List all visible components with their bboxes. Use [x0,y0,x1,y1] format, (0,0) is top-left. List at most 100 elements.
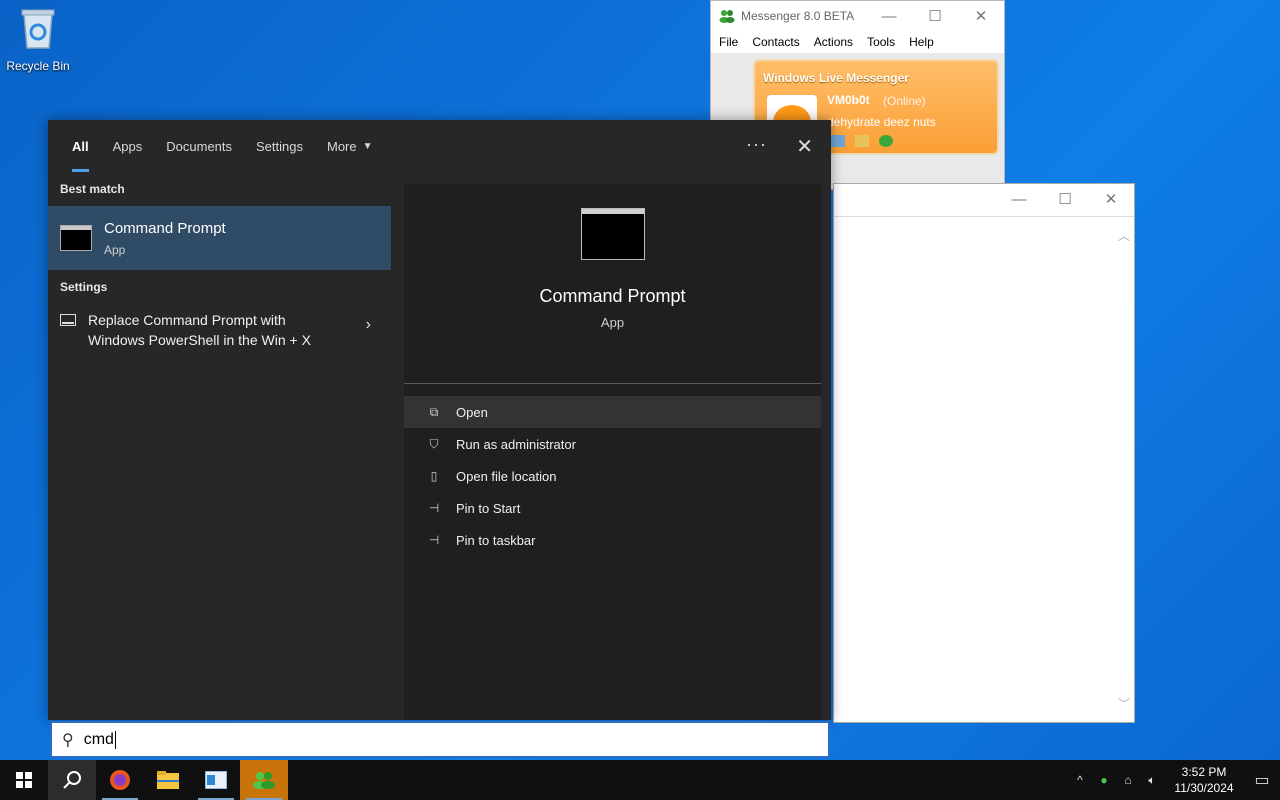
scroll-up-icon[interactable]: ︿ [1118,227,1130,244]
pin-icon: ⊣ [428,533,440,547]
command-prompt-icon [60,225,92,251]
best-match-subtitle: App [104,242,126,257]
detail-title: Command Prompt [539,286,686,306]
action-pin-to-start[interactable]: ⊣ Pin to Start [404,492,821,524]
background-window-content: ︿ ﹀ [834,216,1134,722]
maximize-button[interactable]: ☐ [1042,184,1088,214]
action-pin-to-taskbar[interactable]: ⊣ Pin to taskbar [404,524,821,556]
tab-settings[interactable]: Settings [244,120,315,172]
scroll-down-icon[interactable]: ﹀ [1118,695,1130,712]
search-panel: All Apps Documents Settings More ▼ ··· ✕ … [48,120,831,720]
detail-header: Command Prompt App [404,208,821,384]
action-pin-to-taskbar-label: Pin to taskbar [456,532,536,548]
mail-icon[interactable] [831,135,845,147]
search-input[interactable]: ⚲ cmd [50,721,830,758]
action-open-label: Open [456,404,488,420]
firefox-icon [110,770,130,790]
menu-help[interactable]: Help [909,35,934,49]
messenger-title: Messenger 8.0 BETA [741,9,855,23]
clock[interactable]: 3:52 PM 11/30/2024 [1164,764,1244,796]
messenger-tray-icon[interactable]: ● [1092,773,1116,787]
best-match-result[interactable]: Command Prompt App [48,206,391,270]
background-window[interactable]: — ☐ ✕ ︿ ﹀ [833,183,1135,723]
tab-apps-label: Apps [112,138,143,154]
messenger-buddy-icon [253,772,275,789]
start-button[interactable] [0,760,48,800]
folder-icon [157,771,179,789]
menu-file[interactable]: File [719,35,738,49]
minimize-button[interactable]: — [996,184,1042,214]
folder-icon[interactable] [855,135,869,147]
username[interactable]: VM0b0t [827,93,870,107]
command-prompt-large-icon [580,208,645,260]
background-window-titlebar[interactable]: — ☐ ✕ [834,184,1134,214]
messenger-toolbar [831,135,893,147]
system-tray: ^ ● ⌂ 🔈︎ 3:52 PM 11/30/2024 ▭ [1068,760,1280,800]
search-tabs: All Apps Documents Settings More ▼ [48,120,831,172]
file-location-icon: ▯ [430,469,438,483]
tab-more[interactable]: More ▼ [315,120,385,172]
results-list: Best match Command Prompt App Settings R… [48,172,391,720]
action-run-as-admin[interactable]: ⛉ Run as administrator [404,428,821,460]
action-open[interactable]: ⧉ Open [404,396,821,428]
tab-all-label: All [72,138,89,154]
pin-icon: ⊣ [428,501,440,515]
minimize-button[interactable]: — [866,1,912,31]
status-badge[interactable]: (Online) [883,94,926,108]
text-cursor [114,730,116,749]
messenger-taskbar-button[interactable] [240,760,288,800]
clock-time: 3:52 PM [1181,765,1227,779]
spaces-icon[interactable] [879,135,893,147]
open-icon: ⧉ [429,404,439,419]
settings-result-label: Replace Command Prompt with Windows Powe… [88,312,311,348]
menu-actions[interactable]: Actions [814,35,853,49]
close-button[interactable]: ✕ [1088,184,1134,214]
maximize-button[interactable]: ☐ [912,1,958,31]
messenger-titlebar[interactable]: Messenger 8.0 BETA — ☐ ✕ [711,1,1004,31]
window-app-icon [205,771,227,789]
taskbar-setting-icon [60,314,76,326]
chevron-right-icon[interactable]: › [366,316,371,334]
file-explorer-taskbar-button[interactable] [144,760,192,800]
firefox-taskbar-button[interactable] [96,760,144,800]
detail-actions: ⧉ Open ⛉ Run as administrator ▯ Open fil… [404,396,821,556]
tab-settings-label: Settings [256,138,303,154]
recycle-bin-shortcut[interactable]: Recycle Bin [6,6,70,73]
close-icon[interactable]: ✕ [796,134,813,159]
more-options-icon[interactable]: ··· [746,134,767,155]
messenger-brand: Windows Live Messenger [763,71,909,85]
search-query[interactable]: cmd [84,731,114,749]
tab-documents-label: Documents [166,138,233,154]
tab-documents[interactable]: Documents [154,120,244,172]
recycle-bin-label: Recycle Bin [6,59,70,73]
network-icon[interactable]: ⌂ [1116,773,1140,787]
close-button[interactable]: ✕ [958,1,1004,31]
tab-more-label: More [327,138,357,154]
app-taskbar-button[interactable] [192,760,240,800]
tab-all[interactable]: All [60,120,101,172]
messenger-menubar: File Contacts Actions Tools Help [711,31,1004,53]
clock-date: 11/30/2024 [1174,781,1234,795]
search-icon: ⚲ [62,731,74,749]
result-detail-pane: Command Prompt App ⧉ Open ⛉ Run as admin… [404,184,821,720]
messenger-buddy-icon [719,10,735,23]
chevron-up-icon[interactable]: ^ [1068,773,1092,787]
best-match-title: Command Prompt [104,219,226,237]
search-taskbar-button[interactable] [48,760,96,800]
windows-logo-icon [16,772,32,788]
volume-icon[interactable]: 🔈︎ [1140,773,1164,788]
menu-tools[interactable]: Tools [867,35,895,49]
action-open-file-location-label: Open file location [456,468,557,484]
notification-icon[interactable]: ▭ [1244,770,1280,790]
action-open-file-location[interactable]: ▯ Open file location [404,460,821,492]
taskbar: ^ ● ⌂ 🔈︎ 3:52 PM 11/30/2024 ▭ [0,760,1280,800]
menu-contacts[interactable]: Contacts [752,35,799,49]
tab-apps[interactable]: Apps [101,120,155,172]
personal-message[interactable]: dehydrate deez nuts [827,115,936,129]
settings-result[interactable]: Replace Command Prompt with Windows Powe… [48,304,391,356]
recycle-bin-icon [21,9,55,49]
best-match-header: Best match [60,182,125,196]
search-icon [63,771,81,789]
shield-icon: ⛉ [429,436,439,451]
action-pin-to-start-label: Pin to Start [456,500,521,516]
